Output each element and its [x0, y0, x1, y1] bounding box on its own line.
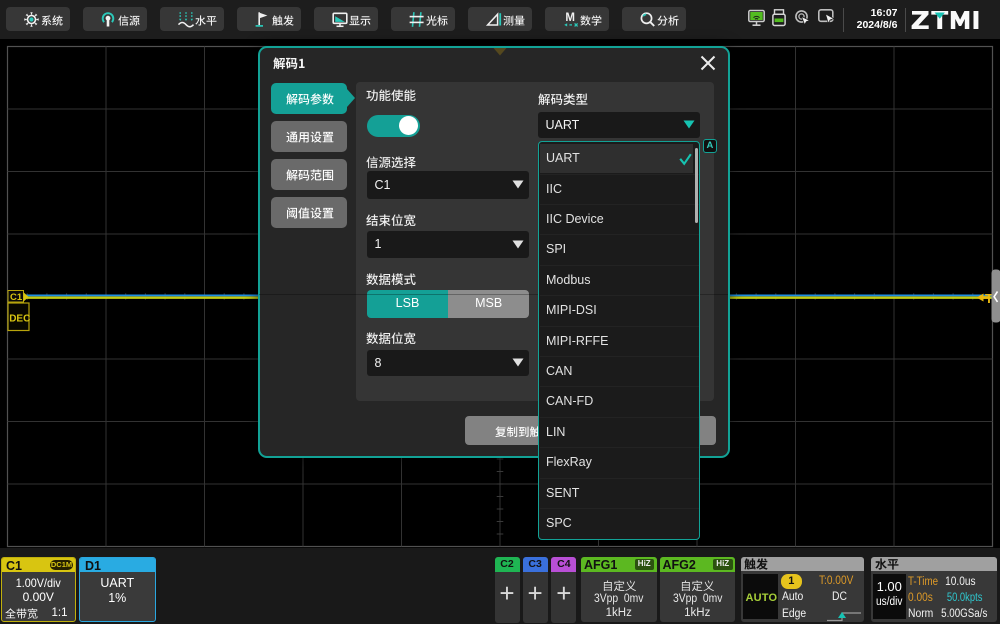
svg-text:DEC: DEC [9, 314, 30, 325]
svg-text:C1: C1 [10, 292, 23, 303]
